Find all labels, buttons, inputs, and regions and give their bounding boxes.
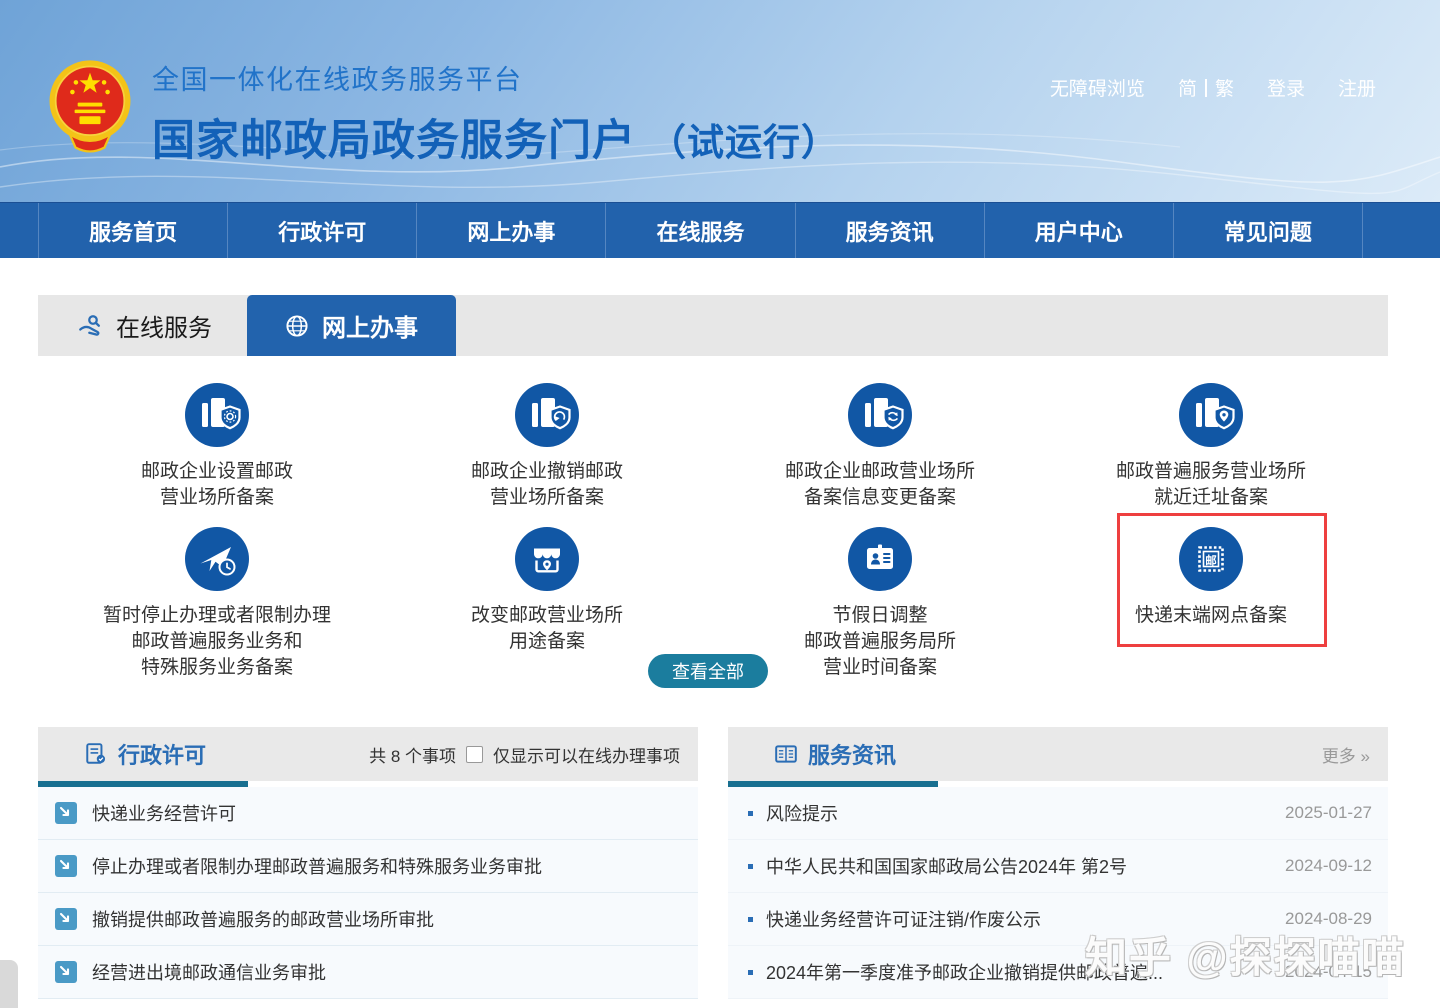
view-all-button[interactable]: 查看全部	[648, 654, 768, 688]
permits-panel: 行政许可 共 8 个事项 仅显示可以在线办理事项 快递业务经营许可	[38, 727, 698, 1008]
corner-scroll-tab	[0, 960, 18, 1008]
plane-clock-icon	[185, 527, 249, 591]
online-only-checkbox[interactable]	[466, 746, 483, 763]
accessibility-link[interactable]: 无障碍浏览	[1050, 74, 1145, 101]
nav-item-online-handling[interactable]: 网上办事	[416, 203, 605, 258]
globe-icon	[285, 314, 309, 338]
service-item-holiday-hours[interactable]: 节假日调整 邮政普遍服务局所 营业时间备案	[730, 527, 1030, 681]
permit-row-cross-border-approval[interactable]: 经营进出境邮政通信业务审批	[38, 946, 698, 999]
news-date: 2024-09-12	[1285, 856, 1372, 876]
service-label: 邮政企业设置邮政 营业场所备案	[67, 459, 367, 511]
service-item-revoke-premises[interactable]: 邮政企业撤销邮政 营业场所备案	[397, 383, 697, 511]
permit-row-label: 快递业务经营许可	[92, 800, 236, 826]
tab-online-handling-label: 网上办事	[322, 308, 418, 343]
online-only-label: 仅显示可以在线办理事项	[493, 742, 680, 767]
service-item-express-terminal-outlet[interactable]: 邮 快递末端网点备案	[1061, 527, 1361, 629]
register-link[interactable]: 注册	[1338, 74, 1376, 101]
permit-row-label: 撤销提供邮政普遍服务的邮政营业场所审批	[92, 906, 434, 932]
nav-item-online-service[interactable]: 在线服务	[605, 203, 794, 258]
service-label: 邮政普遍服务营业场所 就近迁址备案	[1061, 459, 1361, 511]
arrow-square-icon	[55, 802, 77, 824]
site-titles: 全国一体化在线政务服务平台 国家邮政局政务服务门户 （试运行）	[152, 58, 839, 168]
bullet-icon	[748, 917, 753, 922]
nav-item-permits[interactable]: 行政许可	[227, 203, 416, 258]
svg-text:邮: 邮	[1205, 554, 1217, 568]
buildings-shield-pin-icon	[1179, 383, 1243, 447]
bullet-icon	[748, 864, 753, 869]
service-label: 邮政企业撤销邮政 营业场所备案	[397, 459, 697, 511]
nav-item-news[interactable]: 服务资讯	[795, 203, 984, 258]
arrow-square-icon	[55, 908, 77, 930]
newspaper-icon	[774, 742, 798, 766]
content-tabbar: 在线服务 网上办事	[38, 295, 1388, 356]
login-link[interactable]: 登录	[1267, 74, 1305, 101]
permit-row-label: 停止办理或者限制办理邮政普遍服务和特殊服务业务审批	[92, 853, 542, 879]
permit-row-label: 经营进出境邮政通信业务审批	[92, 959, 326, 985]
news-title-text: 风险提示	[766, 800, 1273, 826]
nav-item-faq[interactable]: 常见问题	[1173, 203, 1363, 258]
nav-item-user-center[interactable]: 用户中心	[984, 203, 1173, 258]
language-switcher: 简 繁	[1178, 74, 1234, 101]
nav-item-home[interactable]: 服务首页	[38, 203, 227, 258]
watermark: 知乎 @探探喵喵	[1085, 924, 1406, 985]
service-label: 改变邮政营业场所 用途备案	[397, 603, 697, 655]
permits-panel-title: 行政许可	[84, 738, 206, 770]
service-label: 快递末端网点备案	[1061, 603, 1361, 629]
permit-row-express-license[interactable]: 快递业务经营许可	[38, 787, 698, 840]
tab-online-handling[interactable]: 网上办事	[247, 295, 456, 356]
permit-row-revoke-approval[interactable]: 撤销提供邮政普遍服务的邮政营业场所审批	[38, 893, 698, 946]
site-title: 国家邮政局政务服务门户 （试运行）	[152, 106, 839, 168]
bullet-icon	[748, 970, 753, 975]
permits-count: 共 8 个事项	[369, 742, 456, 767]
services-grid: 邮政企业设置邮政 营业场所备案 邮政企业撤销邮政 营业场所备案	[38, 356, 1388, 700]
site-title-suffix: （试运行）	[649, 122, 839, 163]
site-title-text: 国家邮政局政务服务门户	[152, 117, 636, 165]
news-panel-header: 服务资讯 更多 »	[728, 727, 1388, 781]
buildings-shield-gear-icon	[185, 383, 249, 447]
language-divider	[1205, 79, 1207, 97]
permits-panel-title-label: 行政许可	[118, 738, 206, 770]
buildings-shield-sync-icon	[848, 383, 912, 447]
service-item-relocate-premises[interactable]: 邮政普遍服务营业场所 就近迁址备案	[1061, 383, 1361, 511]
permits-panel-header: 行政许可 共 8 个事项 仅显示可以在线办理事项	[38, 727, 698, 781]
arrow-square-icon	[55, 855, 77, 877]
traditional-chinese-link[interactable]: 繁	[1215, 74, 1234, 101]
national-emblem	[46, 54, 134, 160]
service-item-setup-premises[interactable]: 邮政企业设置邮政 营业场所备案	[67, 383, 367, 511]
page: 全国一体化在线政务服务平台 国家邮政局政务服务门户 （试运行） 无障碍浏览 简 …	[0, 0, 1440, 1008]
storefront-pin-icon	[515, 527, 579, 591]
bullet-icon	[748, 811, 753, 816]
news-panel-title: 服务资讯	[774, 738, 896, 770]
service-item-change-premises-use[interactable]: 改变邮政营业场所 用途备案	[397, 527, 697, 655]
news-date: 2025-01-27	[1285, 803, 1372, 823]
arrow-square-icon	[55, 961, 77, 983]
buildings-shield-undo-icon	[515, 383, 579, 447]
news-row-announcement-no2[interactable]: 中华人民共和国国家邮政局公告2024年 第2号 2024-09-12	[728, 840, 1388, 893]
news-row-risk-notice[interactable]: 风险提示 2025-01-27	[728, 787, 1388, 840]
permit-row-suspend-approval[interactable]: 停止办理或者限制办理邮政普遍服务和特殊服务业务审批	[38, 840, 698, 893]
site-header: 全国一体化在线政务服务平台 国家邮政局政务服务门户 （试运行） 无障碍浏览 简 …	[0, 0, 1440, 202]
permits-list: 快递业务经营许可 停止办理或者限制办理邮政普遍服务和特殊服务业务审批 撤销提供邮…	[38, 787, 698, 999]
service-item-change-record-info[interactable]: 邮政企业邮政营业场所 备案信息变更备案	[730, 383, 1030, 511]
service-item-suspend-services[interactable]: 暂时停止办理或者限制办理 邮政普遍服务业务和 特殊服务业务备案	[67, 527, 367, 681]
id-card-icon	[848, 527, 912, 591]
simplified-chinese-link[interactable]: 简	[1178, 74, 1197, 101]
permit-document-icon	[84, 742, 108, 766]
service-label: 邮政企业邮政营业场所 备案信息变更备案	[730, 459, 1030, 511]
postage-stamp-icon: 邮	[1179, 527, 1243, 591]
news-title-text: 中华人民共和国国家邮政局公告2024年 第2号	[766, 853, 1273, 879]
service-label: 节假日调整 邮政普遍服务局所 营业时间备案	[730, 603, 1030, 681]
platform-title: 全国一体化在线政务服务平台	[152, 58, 839, 97]
service-hand-icon	[78, 313, 103, 338]
permits-header-right: 共 8 个事项 仅显示可以在线办理事项	[369, 742, 680, 767]
service-label: 暂时停止办理或者限制办理 邮政普遍服务业务和 特殊服务业务备案	[67, 603, 367, 681]
tab-online-service-label: 在线服务	[116, 308, 212, 343]
tab-online-service[interactable]: 在线服务	[78, 295, 212, 356]
header-links: 无障碍浏览 简 繁 登录 注册	[1050, 74, 1376, 101]
main-navbar: 服务首页 行政许可 网上办事 在线服务 服务资讯 用户中心 常见问题	[0, 202, 1440, 258]
news-more-link[interactable]: 更多 »	[1322, 742, 1370, 767]
news-panel-title-label: 服务资讯	[808, 738, 896, 770]
